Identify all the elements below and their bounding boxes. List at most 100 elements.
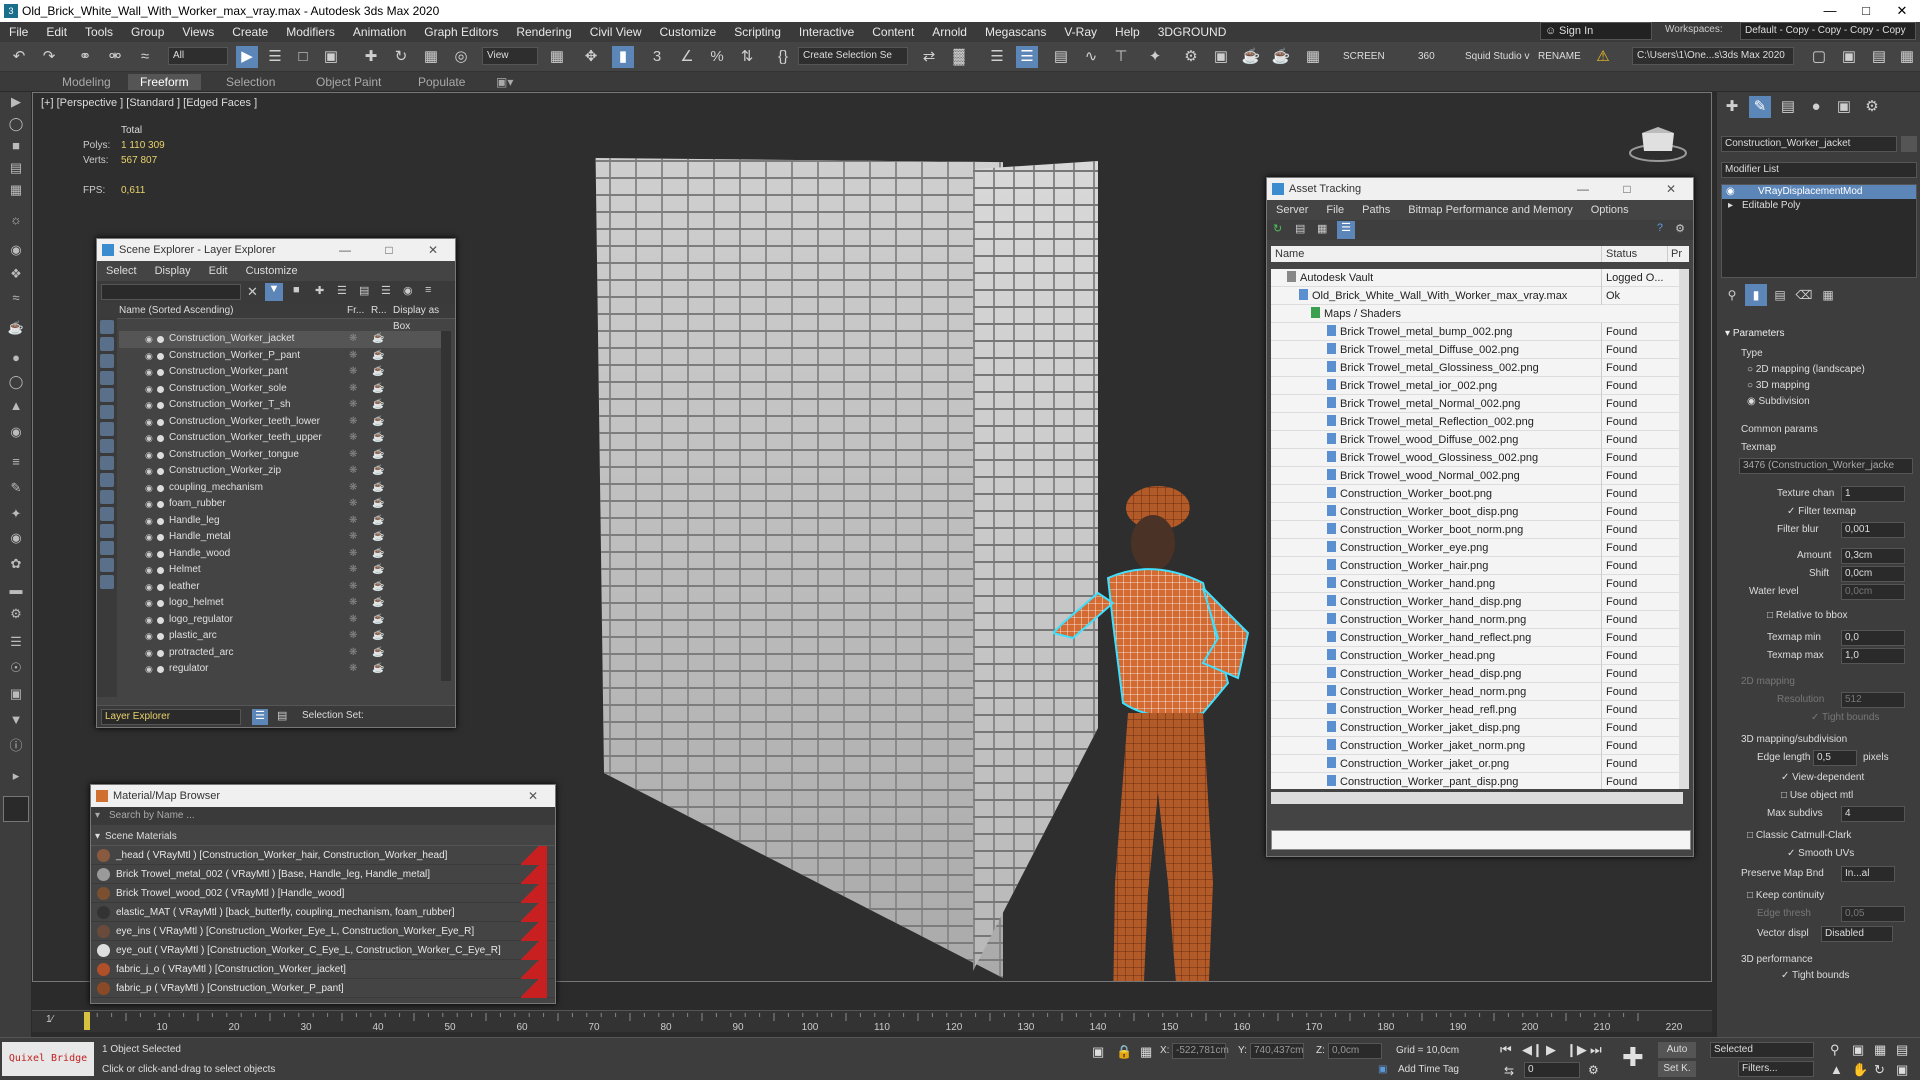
scene-row[interactable]: ◉ Construction_Worker_sole ❋ ☕ (119, 381, 441, 398)
teapot-icon[interactable]: ☕ (6, 318, 26, 338)
freeze-icon[interactable]: ❋ (349, 331, 357, 348)
add-time-tag-button[interactable]: Add Time Tag (1398, 1064, 1459, 1075)
scene-row[interactable]: ◉ Construction_Worker_P_pant ❋ ☕ (119, 348, 441, 365)
placement-icon[interactable]: ◎ (450, 46, 472, 68)
render-dot-icon[interactable] (157, 666, 164, 673)
side-helpers-icon[interactable] (100, 405, 114, 419)
screen-button[interactable]: SCREEN (1343, 51, 1385, 62)
asset-row[interactable]: Construction_Worker_head_norm.png Found (1271, 683, 1683, 701)
window-crossing-icon[interactable]: ▣ (320, 46, 342, 68)
asset-row[interactable]: Brick Trowel_metal_bump_002.png Found (1271, 323, 1683, 341)
asset-settings-icon[interactable]: ⚙ (1675, 222, 1685, 235)
col-name-sorted[interactable]: Name (Sorted Ascending) (119, 303, 234, 319)
asset-row[interactable]: Construction_Worker_jaket_or.png Found (1271, 755, 1683, 773)
create-tab-icon[interactable]: ✚ (1721, 96, 1743, 118)
zoom-icon[interactable]: ⚲ (1830, 1042, 1840, 1058)
freeze-icon[interactable]: ❋ (349, 414, 357, 431)
layers-icon[interactable]: ▤ (6, 158, 26, 178)
rotate-icon[interactable]: ↻ (390, 46, 412, 68)
script-icon[interactable]: ☰ (6, 632, 26, 652)
scene-row[interactable]: ◉ leather ❋ ☕ (119, 579, 441, 596)
scene-explorer-titlebar[interactable]: Scene Explorer - Layer Explorer — □ ✕ (97, 239, 455, 261)
rectangular-selection-icon[interactable]: □ (292, 46, 314, 68)
curve-editor-icon[interactable]: ∿ (1080, 46, 1102, 68)
type-subdivision-radio[interactable]: ◉ Subdivision (1747, 396, 1810, 407)
asset-minimize-button[interactable]: — (1561, 178, 1605, 200)
grid-icon[interactable]: ▦ (1302, 46, 1324, 68)
freeze-icon[interactable]: ❋ (349, 579, 357, 596)
move-icon[interactable]: ✚ (360, 46, 382, 68)
angle-button[interactable]: 360 (1418, 51, 1435, 62)
pin-icon[interactable]: ✦ (6, 504, 26, 524)
render-dot-icon[interactable] (157, 633, 164, 640)
menu-arnold[interactable]: Arnold (923, 25, 976, 39)
material-editor-icon[interactable]: ✦ (1144, 46, 1166, 68)
material-row[interactable]: _head ( VRayMtl ) [Construction_Worker_h… (91, 846, 555, 865)
set-key-button[interactable]: Set K. (1658, 1061, 1696, 1077)
freeze-icon[interactable]: ❋ (349, 348, 357, 365)
visibility-icon[interactable]: ◉ (145, 562, 153, 579)
menu-3dground[interactable]: 3DGROUND (1149, 25, 1236, 39)
zoom-all-icon[interactable]: ▣ (1852, 1042, 1864, 1058)
material-row[interactable]: Brick Trowel_metal_002 ( VRayMtl ) [Base… (91, 865, 555, 884)
tab-selection[interactable]: Selection (214, 74, 287, 90)
filter-icon[interactable]: ▼ (265, 283, 283, 301)
unlink-icon[interactable]: ⚮ (104, 46, 126, 68)
menu-file[interactable]: File (0, 25, 37, 39)
scene-row[interactable]: ◉ plastic_arc ❋ ☕ (119, 628, 441, 645)
toggle-scene-explorer-icon[interactable]: ☰ (986, 46, 1008, 68)
render-teapot-icon[interactable]: ☕ (372, 595, 384, 612)
scene-menu-display[interactable]: Display (146, 265, 200, 277)
asset-path-field[interactable] (1271, 830, 1691, 850)
maximize-button[interactable]: □ (1848, 0, 1884, 22)
mirror-icon[interactable]: ⇄ (918, 46, 940, 68)
asset-row[interactable]: Construction_Worker_head_disp.png Found (1271, 665, 1683, 683)
tight-bounds-checkbox[interactable]: ✓ Tight bounds (1811, 712, 1879, 723)
wrench-icon[interactable]: ⚙ (6, 604, 26, 624)
pivot-center-icon[interactable]: ▦ (546, 46, 568, 68)
grid-tool-icon[interactable]: ▦ (6, 180, 26, 200)
scene-row[interactable]: ◉ Handle_wood ❋ ☕ (119, 546, 441, 563)
side-lights-icon[interactable] (100, 371, 114, 385)
scene-row[interactable]: ◉ Construction_Worker_pant ❋ ☕ (119, 364, 441, 381)
asset-row[interactable]: Brick Trowel_metal_Reflection_002.png Fou… (1271, 413, 1683, 431)
scene-menu-customize[interactable]: Customize (237, 265, 307, 277)
auto-key-button[interactable]: Auto (1658, 1042, 1696, 1058)
align-icon[interactable]: ▓ (948, 46, 970, 68)
material-browser-titlebar[interactable]: Material/Map Browser ✕ (91, 785, 555, 807)
refresh-icon[interactable]: ↻ (1273, 222, 1282, 235)
side-spacewarps-icon[interactable] (100, 422, 114, 436)
scene-row[interactable]: ◉ Handle_leg ❋ ☕ (119, 513, 441, 530)
visibility-icon[interactable]: ◉ (145, 348, 153, 365)
asset-row[interactable]: Autodesk Vault Logged O... (1271, 269, 1683, 287)
material-row[interactable]: fabric_p ( VRayMtl ) [Construction_Worke… (91, 979, 555, 998)
freeze-icon[interactable]: ❋ (349, 612, 357, 629)
scene-row[interactable]: ◉ regulator ❋ ☕ (119, 661, 441, 678)
scene-search-input[interactable] (101, 284, 241, 300)
tab-freeform[interactable]: Freeform (128, 74, 201, 90)
side-display-icon[interactable] (100, 320, 114, 334)
pin-stack-icon[interactable]: ⚲ (1721, 284, 1743, 306)
render-dot-icon[interactable] (157, 385, 164, 393)
asset-row[interactable]: Construction_Worker_hand_norm.png Found (1271, 611, 1683, 629)
render-dot-icon[interactable] (157, 534, 164, 541)
visibility-icon[interactable]: ◉ (145, 579, 153, 596)
tab-populate[interactable]: Populate (406, 74, 477, 90)
make-unique-icon[interactable]: ▤ (1769, 284, 1791, 306)
project-folder-icon[interactable]: ▢ (1808, 46, 1830, 68)
selection-set-icon[interactable]: ▤ (277, 709, 287, 722)
viewport-layout-icon[interactable]: ▤ (1868, 46, 1890, 68)
cone-icon[interactable]: ▲ (6, 396, 26, 416)
render-dot-icon[interactable] (157, 451, 164, 459)
asset-row[interactable]: Brick Trowel_wood_Normal_002.png Found (1271, 467, 1683, 485)
asset-row[interactable]: Construction_Worker_hair.png Found (1271, 557, 1683, 575)
menu-civil-view[interactable]: Civil View (581, 25, 651, 39)
viewport-label[interactable]: [+] [Perspective ] [Standard ] [Edged Fa… (41, 97, 257, 109)
modifier-editable-poly[interactable]: ▸ Editable Poly (1722, 199, 1916, 213)
asset-vertical-scrollbar[interactable] (1679, 269, 1689, 789)
render-dot-icon[interactable] (157, 352, 164, 360)
visibility-icon[interactable]: ◉ (145, 612, 153, 629)
current-frame-field[interactable]: 0 (1524, 1062, 1580, 1078)
side-groups-icon[interactable] (100, 439, 114, 453)
zoom-extents-all-icon[interactable]: ▤ (1896, 1042, 1908, 1058)
